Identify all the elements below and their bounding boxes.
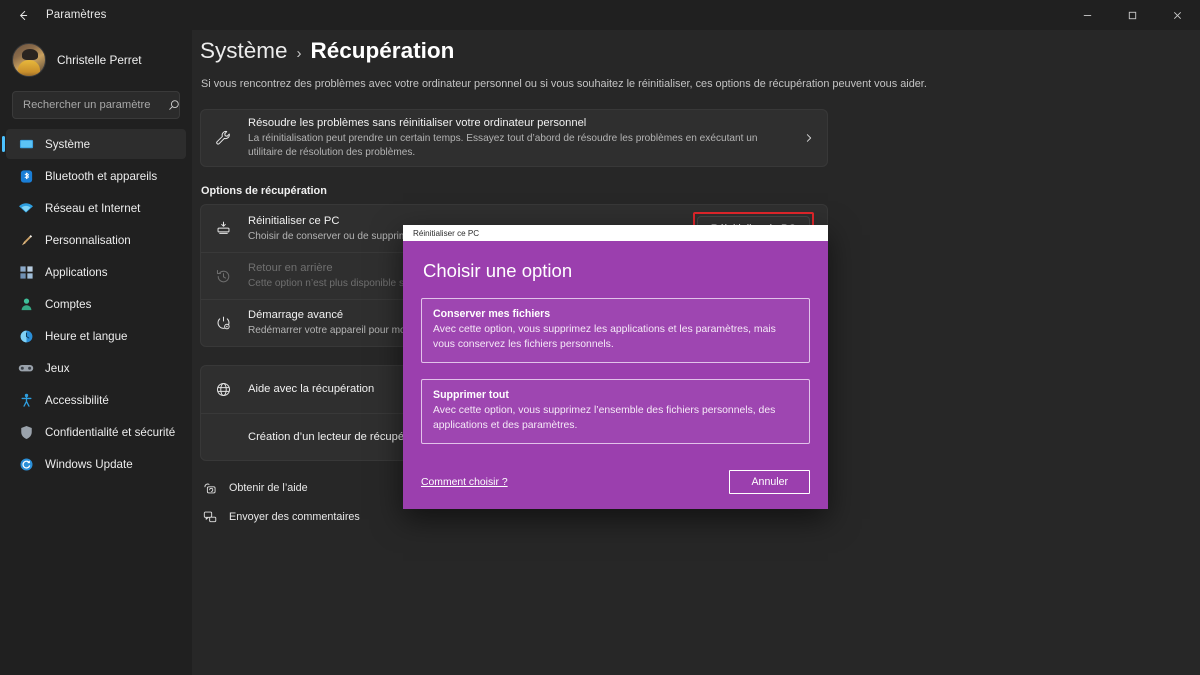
sidebar-item-label: Réseau et Internet [45, 201, 141, 215]
sidebar-item-label: Applications [45, 265, 108, 279]
sidebar-item-label: Bluetooth et appareils [45, 169, 158, 183]
account-name: Christelle Perret [57, 53, 142, 67]
window-titlebar: Paramètres [0, 0, 1200, 30]
sidebar-item-label: Heure et langue [45, 329, 128, 343]
dialog-body: Choisir une option Conserver mes fichier… [403, 241, 828, 509]
troubleshoot-card: Résoudre les problèmes sans réinitialise… [200, 109, 828, 167]
reset-pc-icon [214, 220, 233, 237]
wifi-icon [18, 200, 34, 216]
chevron-right-icon[interactable] [804, 133, 814, 143]
dialog-option-remove-everything[interactable]: Supprimer tout Avec cette option, vous s… [421, 379, 810, 444]
sidebar-item-label: Personnalisation [45, 233, 131, 247]
sidebar-item-label: Jeux [45, 361, 70, 375]
account-icon [18, 296, 34, 312]
sidebar-item-bluetooth-et-appareils[interactable]: Bluetooth et appareils [6, 161, 186, 191]
accessibility-icon [18, 392, 34, 408]
dialog-option-description: Avec cette option, vous supprimez les ap… [433, 324, 776, 350]
footer-link-label: Envoyer des commentaires [229, 510, 360, 523]
section-title-recovery-options: Options de récupération [201, 185, 327, 197]
breadcrumb-parent[interactable]: Système [200, 38, 288, 64]
troubleshoot-title: Résoudre les problèmes sans réinitialise… [248, 117, 587, 129]
dialog-option-title: Conserver mes fichiers [433, 308, 551, 320]
footer-link-label: Obtenir de l’aide [229, 481, 308, 494]
sidebar-item-windows-update[interactable]: Windows Update [6, 449, 186, 479]
dialog-option-keep-files[interactable]: Conserver mes fichiers Avec cette option… [421, 298, 810, 363]
breadcrumb: Système › Récupération [200, 38, 1200, 64]
sidebar-item-reseau-et-internet[interactable]: Réseau et Internet [6, 193, 186, 223]
sidebar-item-label: Accessibilité [45, 393, 109, 407]
sidebar-item-applications[interactable]: Applications [6, 257, 186, 287]
settings-window: Paramètres Christelle Perret Rechercher … [0, 0, 1200, 675]
troubleshoot-subtitle: La réinitialisation peut prendre un cert… [248, 133, 758, 158]
dialog-help-link[interactable]: Comment choisir ? [421, 477, 508, 488]
search-input[interactable] [23, 99, 168, 111]
dialog-titlebar: Réinitialiser ce PC [403, 225, 828, 241]
footer-link-send-feedback[interactable]: Envoyer des commentaires [201, 506, 1200, 527]
advanced-startup-icon [214, 315, 233, 332]
sidebar: Christelle Perret Système Bluetooth et a… [0, 30, 192, 675]
window-controls [1065, 0, 1200, 30]
account-block[interactable]: Christelle Perret [0, 30, 192, 82]
sidebar-item-label: Windows Update [45, 457, 133, 471]
feedback-icon [201, 510, 218, 524]
shield-icon [18, 424, 34, 440]
close-button[interactable] [1155, 0, 1200, 30]
sidebar-item-jeux[interactable]: Jeux [6, 353, 186, 383]
sidebar-item-accessibilite[interactable]: Accessibilité [6, 385, 186, 415]
search-icon [168, 99, 180, 111]
monitor-icon [18, 136, 34, 152]
avatar [12, 43, 46, 77]
gamepad-icon [18, 360, 34, 376]
wrench-icon [214, 130, 233, 147]
paintbrush-icon [18, 232, 34, 248]
minimize-button[interactable] [1065, 0, 1110, 30]
page-title: Récupération [310, 38, 455, 63]
sidebar-item-comptes[interactable]: Comptes [6, 289, 186, 319]
dialog-cancel-button[interactable]: Annuler [729, 470, 810, 494]
dialog-footer: Comment choisir ? Annuler [421, 470, 810, 494]
dialog-option-title: Supprimer tout [433, 389, 509, 401]
dialog-option-description: Avec cette option, vous supprimez l’ense… [433, 405, 776, 431]
apps-icon [18, 264, 34, 280]
clock-globe-icon [18, 328, 34, 344]
sidebar-item-label: Comptes [45, 297, 92, 311]
globe-icon [214, 381, 233, 398]
history-icon [214, 268, 233, 285]
troubleshoot-row[interactable]: Résoudre les problèmes sans réinitialise… [201, 110, 827, 166]
sidebar-item-label: Confidentialité et sécurité [45, 425, 176, 439]
maximize-button[interactable] [1110, 0, 1155, 30]
get-help-icon [201, 481, 218, 495]
sidebar-item-systeme[interactable]: Système [2, 129, 186, 159]
sidebar-nav: Système Bluetooth et appareils Réseau et… [0, 129, 192, 479]
back-arrow-icon[interactable] [8, 0, 38, 30]
sidebar-item-personnalisation[interactable]: Personnalisation [6, 225, 186, 255]
page-intro: Si vous rencontrez des problèmes avec vo… [201, 78, 927, 90]
bluetooth-icon [18, 168, 34, 184]
update-icon [18, 456, 34, 472]
breadcrumb-separator: › [296, 45, 302, 62]
window-title: Paramètres [46, 9, 107, 21]
dialog-titlebar-label: Réinitialiser ce PC [413, 228, 480, 238]
sidebar-item-heure-et-langue[interactable]: Heure et langue [6, 321, 186, 351]
sidebar-item-label: Système [45, 137, 91, 151]
reset-pc-dialog: Réinitialiser ce PC Choisir une option C… [403, 225, 828, 509]
search-box[interactable] [12, 91, 180, 119]
dialog-heading: Choisir une option [423, 260, 573, 281]
sidebar-item-confidentialite-et-securite[interactable]: Confidentialité et sécurité [6, 417, 186, 447]
